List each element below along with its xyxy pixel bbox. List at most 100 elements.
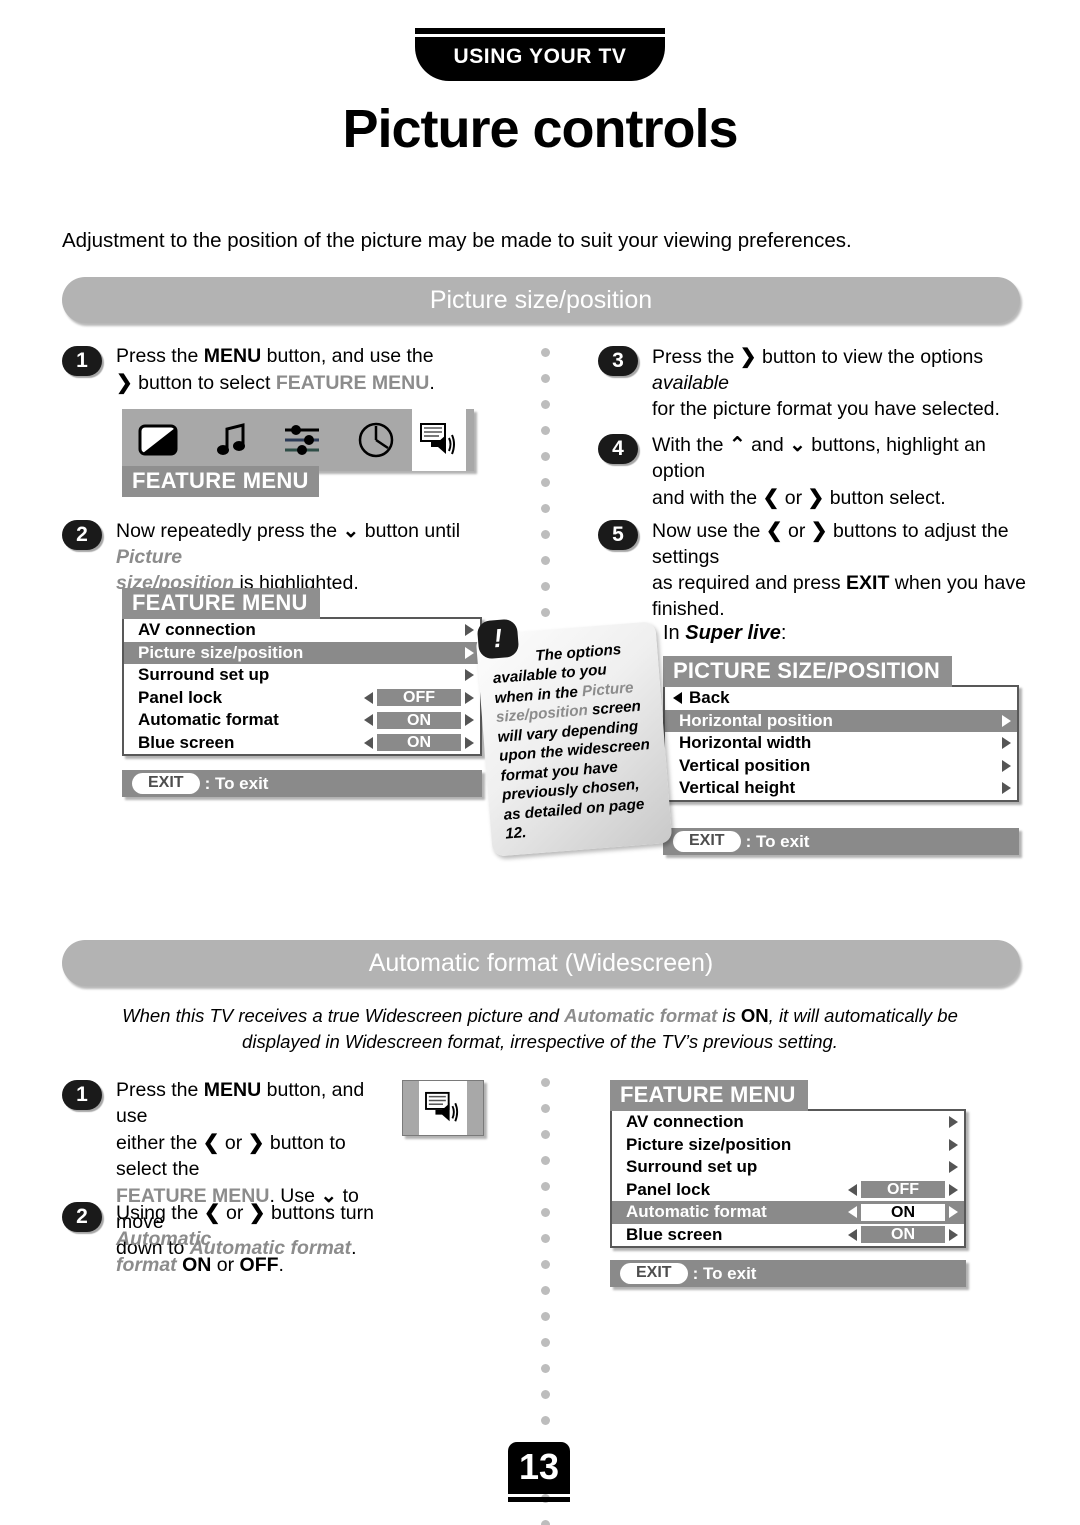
step-number-badge: 5 bbox=[598, 520, 638, 550]
step4-l2b: or bbox=[779, 486, 808, 509]
step3-l1a: Press the bbox=[652, 346, 740, 368]
step-1-left: 1 Press the MENU button, and use the ❯ b… bbox=[62, 344, 482, 397]
osd-row-label: Blue screen bbox=[626, 1224, 723, 1244]
step2-l1b: button until bbox=[359, 520, 461, 542]
chevron-right-icon bbox=[1002, 737, 1011, 750]
osd-row[interactable]: Surround set up bbox=[124, 664, 480, 687]
chevron-right-icon[interactable] bbox=[465, 736, 474, 749]
chevron-right-icon bbox=[465, 646, 474, 659]
osd-row-value: ON bbox=[377, 711, 461, 729]
osd-exit-bar: EXIT : To exit bbox=[122, 770, 482, 797]
chevron-left-icon[interactable] bbox=[848, 1228, 857, 1241]
right-arrow-icon: ❯ bbox=[807, 486, 825, 509]
osd-row[interactable]: AV connection bbox=[124, 619, 480, 642]
osd-row[interactable]: Picture size/position bbox=[124, 641, 480, 664]
chevron-right-icon bbox=[1002, 759, 1011, 772]
exclamation-icon: ! bbox=[476, 618, 520, 660]
osd-row-label: Horizontal position bbox=[679, 710, 833, 730]
osd-row-label: Panel lock bbox=[138, 687, 223, 707]
osd-row-value: ON bbox=[861, 1226, 945, 1244]
step-text: Now repeatedly press the ⌄ button until … bbox=[116, 518, 492, 597]
osd-row[interactable]: Automatic format ON bbox=[612, 1201, 964, 1224]
osd-box: AV connection Picture size/position Surr… bbox=[122, 617, 482, 756]
step4-l1b: and bbox=[745, 434, 790, 456]
osd-picture-size-position: PICTURE SIZE/POSITION Back Horizontal po… bbox=[663, 656, 1019, 802]
osd-row[interactable]: Automatic format ON bbox=[124, 709, 480, 732]
osd-row[interactable]: Vertical height bbox=[665, 777, 1017, 800]
osd-row[interactable]: Horizontal width bbox=[665, 732, 1017, 755]
feature-menu-keyword: FEATURE MENU bbox=[275, 371, 430, 394]
osd-row[interactable]: Surround set up bbox=[612, 1156, 964, 1179]
osd-box: AV connection Picture size/position Surr… bbox=[610, 1109, 966, 1248]
timer-clock-icon[interactable] bbox=[340, 409, 413, 471]
chevron-left-icon[interactable] bbox=[364, 714, 373, 727]
down-arrow-icon: ⌄ bbox=[342, 520, 360, 542]
chevron-left-icon bbox=[673, 692, 682, 705]
osd-exit-bar: EXIT : To exit bbox=[663, 828, 1019, 855]
osd-row[interactable]: Blue screen ON bbox=[612, 1224, 964, 1247]
page-number-rule bbox=[508, 1497, 570, 1502]
osd-row[interactable]: Blue screen ON bbox=[124, 732, 480, 755]
chevron-right-icon bbox=[949, 1161, 958, 1174]
b-step1-l1a: Press the bbox=[116, 1079, 204, 1101]
chevron-left-icon[interactable] bbox=[848, 1206, 857, 1219]
chevron-right-icon[interactable] bbox=[465, 714, 474, 727]
right-arrow-icon: ❯ bbox=[247, 1131, 265, 1154]
feature-sliders-icon[interactable] bbox=[267, 409, 340, 471]
step-text: Using the ❮ or ❯ buttons turn Automatic … bbox=[116, 1200, 462, 1279]
exit-button[interactable]: EXIT bbox=[620, 1263, 688, 1284]
step5-l1a: Now use the bbox=[652, 520, 766, 542]
osd-row[interactable]: Panel lock OFF bbox=[612, 1179, 964, 1202]
exit-hint-text: : To exit bbox=[692, 1263, 757, 1283]
chevron-right-icon[interactable] bbox=[949, 1206, 958, 1219]
step1-l2a: button to select bbox=[132, 371, 276, 394]
osd-row[interactable]: Panel lock OFF bbox=[124, 687, 480, 710]
step-number-badge: 1 bbox=[62, 1080, 102, 1110]
osd-feature-menu-top: FEATURE MENU AV connection Picture size/… bbox=[122, 588, 482, 756]
osd-row-label: Horizontal width bbox=[679, 733, 812, 753]
format-keyword: format bbox=[116, 1253, 177, 1276]
osd-row[interactable]: Vertical position bbox=[665, 755, 1017, 778]
super-live-label: In Super live: bbox=[663, 622, 786, 645]
step-text: With the ⌃ and ⌄ buttons, highlight an o… bbox=[652, 432, 1022, 512]
banner-rule bbox=[415, 28, 665, 34]
osd-title: PICTURE SIZE/POSITION bbox=[663, 656, 953, 687]
feature-menu-icon bbox=[419, 1081, 467, 1135]
exit-button[interactable]: EXIT bbox=[132, 773, 200, 794]
chevron-right-icon[interactable] bbox=[949, 1183, 958, 1196]
step-2-bottom: 2 Using the ❮ or ❯ buttons turn Automati… bbox=[62, 1200, 462, 1279]
feature-menu-icon[interactable] bbox=[412, 409, 466, 471]
osd-row-label: Blue screen bbox=[138, 732, 235, 752]
chevron-right-icon bbox=[949, 1116, 958, 1129]
sound-icon[interactable] bbox=[195, 409, 268, 471]
chevron-right-icon[interactable] bbox=[949, 1228, 958, 1241]
osd-row-label: Picture size/position bbox=[138, 642, 304, 662]
left-arrow-icon: ❮ bbox=[765, 520, 783, 542]
picture-icon[interactable] bbox=[122, 409, 195, 471]
page-title: Picture controls bbox=[342, 99, 738, 159]
manual-page: USING YOUR TV Picture controls Adjustmen… bbox=[0, 0, 1080, 1525]
step-number-badge: 3 bbox=[598, 346, 638, 376]
chevron-left-icon[interactable] bbox=[364, 736, 373, 749]
right-arrow-icon: ❯ bbox=[810, 520, 828, 542]
osd-row-back[interactable]: Back bbox=[665, 687, 1017, 710]
osd-row[interactable]: AV connection bbox=[612, 1111, 964, 1134]
osd-row-label: Back bbox=[689, 688, 730, 708]
osd-row-value: OFF bbox=[377, 689, 461, 707]
osd-row-label: Automatic format bbox=[138, 710, 279, 730]
osd-row[interactable]: Picture size/position bbox=[612, 1134, 964, 1157]
exit-button[interactable]: EXIT bbox=[673, 831, 741, 852]
step-text: Press the ❯ button to view the options a… bbox=[652, 344, 1022, 423]
chevron-left-icon[interactable] bbox=[848, 1183, 857, 1196]
step-number-badge: 2 bbox=[62, 1202, 102, 1232]
chevron-right-icon bbox=[949, 1138, 958, 1151]
osd-row-value: OFF bbox=[861, 1181, 945, 1199]
osd-row[interactable]: Horizontal position bbox=[665, 709, 1017, 732]
chevron-right-icon[interactable] bbox=[465, 691, 474, 704]
step1-l2c: . bbox=[429, 371, 435, 394]
right-arrow-icon: ❯ bbox=[739, 346, 757, 368]
step-number-badge: 1 bbox=[62, 346, 102, 376]
automatic-format-blurb: When this TV receives a true Widescreen … bbox=[90, 1003, 990, 1056]
chevron-left-icon[interactable] bbox=[364, 691, 373, 704]
osd-row-label: Surround set up bbox=[138, 665, 270, 685]
